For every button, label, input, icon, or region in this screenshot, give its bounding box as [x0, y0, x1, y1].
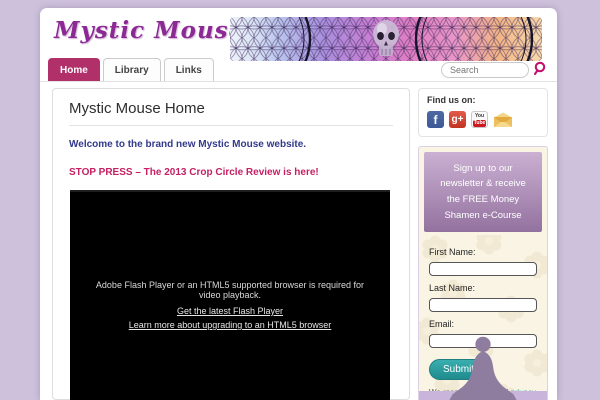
social-icons: f g+ You Tube — [427, 111, 539, 128]
html5-upgrade-link[interactable]: Learn more about upgrading to an HTML5 b… — [84, 320, 376, 330]
stop-press-link[interactable]: STOP PRESS – The 2013 Crop Circle Review… — [69, 167, 393, 178]
nav-tabs: Home Library Links — [48, 58, 214, 81]
email-label: Email: — [429, 319, 537, 329]
first-name-label: First Name: — [429, 247, 537, 257]
sidebar: Find us on: f g+ You Tube — [418, 88, 548, 400]
video-fallback-message: Adobe Flash Player or an HTML5 supported… — [84, 280, 376, 300]
main-nav: Home Library Links — [40, 55, 557, 82]
welcome-text: Welcome to the brand new Mystic Mouse we… — [69, 139, 393, 150]
tab-links[interactable]: Links — [164, 58, 214, 81]
page-title: Mystic Mouse Home — [69, 100, 393, 126]
video-player[interactable]: Adobe Flash Player or an HTML5 supported… — [70, 190, 390, 400]
search-icon — [533, 61, 548, 76]
meditation-figure — [440, 335, 526, 400]
site-logo[interactable]: Mystic Mouse — [54, 17, 244, 44]
search-input[interactable] — [441, 62, 529, 78]
tab-home[interactable]: Home — [48, 58, 100, 81]
find-us-widget: Find us on: f g+ You Tube — [418, 88, 548, 137]
main-content: Mystic Mouse Home Welcome to the brand n… — [52, 88, 410, 400]
last-name-field[interactable] — [429, 298, 537, 312]
first-name-field[interactable] — [429, 262, 537, 276]
page: Mystic Mouse — [0, 0, 600, 400]
search-area — [441, 60, 529, 78]
find-us-title: Find us on: — [427, 95, 539, 105]
flash-player-link[interactable]: Get the latest Flash Player — [84, 306, 376, 316]
tab-library[interactable]: Library — [103, 58, 161, 81]
newsletter-heading: Sign up to our newsletter & receive the … — [424, 152, 542, 232]
last-name-label: Last Name: — [429, 283, 537, 293]
google-plus-icon[interactable]: g+ — [449, 111, 466, 128]
newsletter-widget: Sign up to our newsletter & receive the … — [418, 146, 548, 400]
search-button[interactable] — [533, 61, 548, 76]
youtube-icon[interactable]: You Tube — [471, 111, 488, 128]
site-container: Mystic Mouse — [40, 8, 557, 400]
facebook-icon[interactable]: f — [427, 111, 444, 128]
site-header: Mystic Mouse — [40, 8, 557, 55]
email-icon[interactable] — [493, 112, 513, 128]
